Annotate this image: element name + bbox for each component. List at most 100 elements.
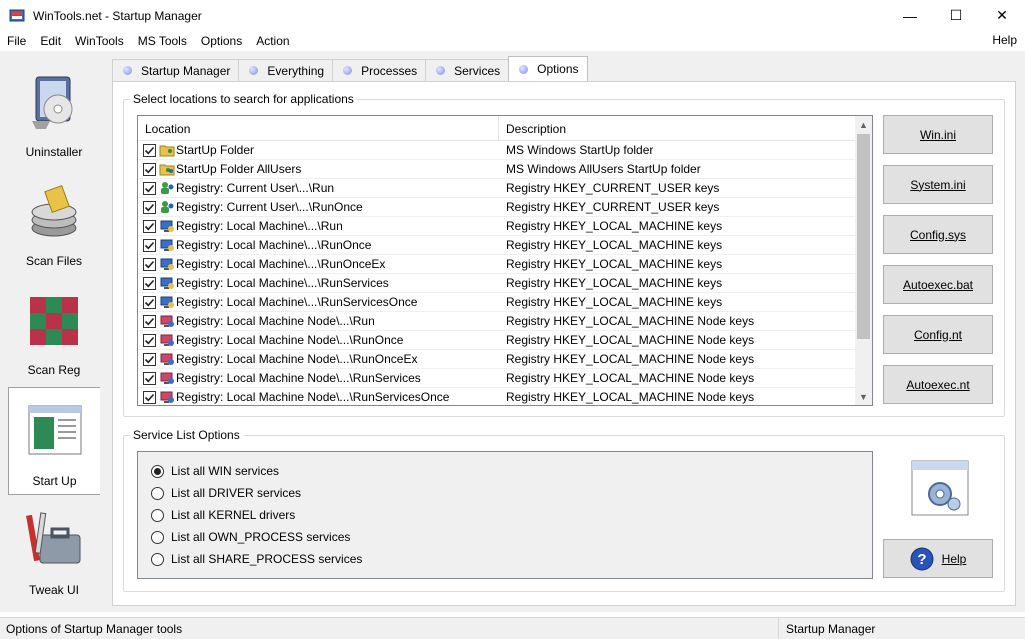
list-scrollbar[interactable]: ▲ ▼ — [855, 116, 872, 405]
tab-bullet-icon — [123, 66, 132, 75]
autoexec-nt-button[interactable]: Autoexec.nt — [883, 365, 993, 404]
menu-edit[interactable]: Edit — [33, 34, 68, 48]
radio-button[interactable] — [151, 530, 164, 544]
sidebar-item-start-up[interactable]: Start Up — [8, 387, 100, 495]
checkmark-icon — [144, 374, 155, 382]
description-cell: Registry HKEY_LOCAL_MACHINE Node keys — [506, 371, 755, 385]
radio-button[interactable] — [151, 508, 164, 522]
minimize-button[interactable]: — — [887, 0, 933, 31]
location-checkbox[interactable] — [143, 162, 156, 176]
list-item[interactable]: Registry: Local Machine\...\RunOnceEx Reg… — [138, 255, 856, 274]
list-item[interactable]: Registry: Local Machine\...\RunServicesO… — [138, 293, 856, 312]
menu-wintools[interactable]: WinTools — [68, 34, 131, 48]
description-cell: Registry HKEY_LOCAL_MACHINE keys — [506, 295, 723, 309]
scroll-thumb[interactable] — [857, 134, 870, 339]
location-label: StartUp Folder — [176, 143, 255, 157]
column-header-description[interactable]: Description — [499, 116, 856, 141]
registry-node-icon — [159, 351, 176, 367]
help-button[interactable]: ? Help — [883, 539, 993, 578]
location-label: Registry: Current User\...\RunOnce — [176, 200, 363, 214]
config-sys-button[interactable]: Config.sys — [883, 215, 993, 254]
list-item[interactable]: Registry: Local Machine Node\...\Run Regi… — [138, 312, 856, 331]
radio-label: List all OWN_PROCESS services — [171, 530, 351, 544]
menu-options[interactable]: Options — [194, 34, 249, 48]
list-item[interactable]: Registry: Local Machine Node\...\RunServ… — [138, 388, 856, 405]
location-label: Registry: Local Machine\...\Run — [176, 219, 343, 233]
radio-kernel-drivers[interactable]: List all KERNEL drivers — [151, 508, 295, 522]
tab-processes[interactable]: Processes — [332, 59, 427, 81]
location-checkbox[interactable] — [143, 371, 156, 385]
location-checkbox[interactable] — [143, 181, 156, 195]
locations-list[interactable]: Location Description StartUp Folder MS Wi… — [137, 115, 873, 406]
tab-everything[interactable]: Everything — [238, 59, 334, 81]
registry-node-icon — [159, 389, 176, 405]
system-ini-button[interactable]: System.ini — [883, 165, 993, 204]
sidebar-item-uninstaller[interactable]: Uninstaller — [8, 59, 100, 167]
location-checkbox[interactable] — [143, 238, 156, 252]
radio-button[interactable] — [151, 486, 164, 500]
radio-win-services[interactable]: List all WIN services — [151, 464, 279, 478]
folder-user-icon — [159, 142, 176, 158]
tab-startup-manager[interactable]: Startup Manager — [112, 59, 240, 81]
config-nt-button[interactable]: Config.nt — [883, 315, 993, 354]
location-checkbox[interactable] — [143, 295, 156, 309]
list-header: Location Description — [138, 116, 856, 141]
column-header-location[interactable]: Location — [138, 116, 499, 141]
description-cell: MS Windows StartUp folder — [506, 143, 654, 157]
list-item[interactable]: Registry: Local Machine Node\...\RunOnce… — [138, 331, 856, 350]
list-item[interactable]: Registry: Current User\...\RunOnce Regist… — [138, 198, 856, 217]
tab-options[interactable]: Options — [508, 56, 588, 81]
checkmark-icon — [144, 146, 155, 154]
scroll-down-icon[interactable]: ▼ — [855, 388, 872, 405]
list-item[interactable]: StartUp Folder MS Windows StartUp folder — [138, 141, 856, 160]
service-options-box: List all WIN services List all DRIVER se… — [137, 451, 873, 579]
location-cell: Registry: Local Machine Node\...\RunOnce — [138, 332, 499, 348]
sidebar-item-tweak-ui[interactable]: Tweak UI — [8, 497, 100, 605]
maximize-button[interactable]: ☐ — [933, 0, 979, 31]
button-label: Config.nt — [913, 327, 963, 342]
radio-button[interactable] — [151, 464, 164, 478]
location-checkbox[interactable] — [143, 314, 156, 328]
sidebar-item-scan-reg[interactable]: Scan Reg — [8, 277, 100, 385]
location-checkbox[interactable] — [143, 390, 156, 404]
scroll-up-icon[interactable]: ▲ — [855, 116, 872, 133]
menu-file[interactable]: File — [0, 34, 33, 48]
autoexec-bat-button[interactable]: Autoexec.bat — [883, 265, 993, 304]
location-checkbox[interactable] — [143, 276, 156, 290]
menu-ms-tools[interactable]: MS Tools — [131, 34, 194, 48]
location-checkbox[interactable] — [143, 333, 156, 347]
location-checkbox[interactable] — [143, 257, 156, 271]
list-item[interactable]: StartUp Folder AllUsers MS Windows AllUse… — [138, 160, 856, 179]
location-checkbox[interactable] — [143, 143, 156, 157]
menu-help[interactable]: Help — [992, 33, 1017, 47]
tab-services[interactable]: Services — [425, 59, 510, 81]
tab-strip: Startup Manager Everything Processes Ser… — [112, 56, 588, 81]
close-button[interactable]: ✕ — [979, 0, 1025, 31]
radio-button[interactable] — [151, 552, 164, 566]
tab-label: Processes — [361, 63, 418, 78]
location-checkbox[interactable] — [143, 219, 156, 233]
location-checkbox[interactable] — [143, 352, 156, 366]
list-item[interactable]: Registry: Local Machine\...\RunOnce Regis… — [138, 236, 856, 255]
list-item[interactable]: Registry: Local Machine\...\RunServices R… — [138, 274, 856, 293]
list-item[interactable]: Registry: Local Machine\...\Run Registry … — [138, 217, 856, 236]
location-checkbox[interactable] — [143, 200, 156, 214]
location-cell: Registry: Local Machine\...\Run — [138, 218, 499, 234]
list-item[interactable]: Registry: Current User\...\Run Registry H… — [138, 179, 856, 198]
menu-action[interactable]: Action — [249, 34, 296, 48]
help-icon: ? — [910, 547, 934, 570]
win-ini-button[interactable]: Win.ini — [883, 115, 993, 154]
radio-share-process-services[interactable]: List all SHARE_PROCESS services — [151, 552, 362, 566]
location-label: Registry: Local Machine Node\...\RunServ… — [176, 371, 421, 385]
sidebar-item-scan-files[interactable]: Scan Files — [8, 168, 100, 276]
registry-machine-icon — [159, 237, 176, 253]
radio-driver-services[interactable]: List all DRIVER services — [151, 486, 301, 500]
checkmark-icon — [144, 184, 155, 192]
sidebar-item-label: Start Up — [32, 474, 77, 488]
list-item[interactable]: Registry: Local Machine Node\...\RunServ… — [138, 369, 856, 388]
location-cell: Registry: Current User\...\Run — [138, 180, 499, 196]
location-label: Registry: Current User\...\Run — [176, 181, 335, 195]
svg-text:?: ? — [917, 551, 926, 568]
radio-own-process-services[interactable]: List all OWN_PROCESS services — [151, 530, 350, 544]
list-item[interactable]: Registry: Local Machine Node\...\RunOnce… — [138, 350, 856, 369]
